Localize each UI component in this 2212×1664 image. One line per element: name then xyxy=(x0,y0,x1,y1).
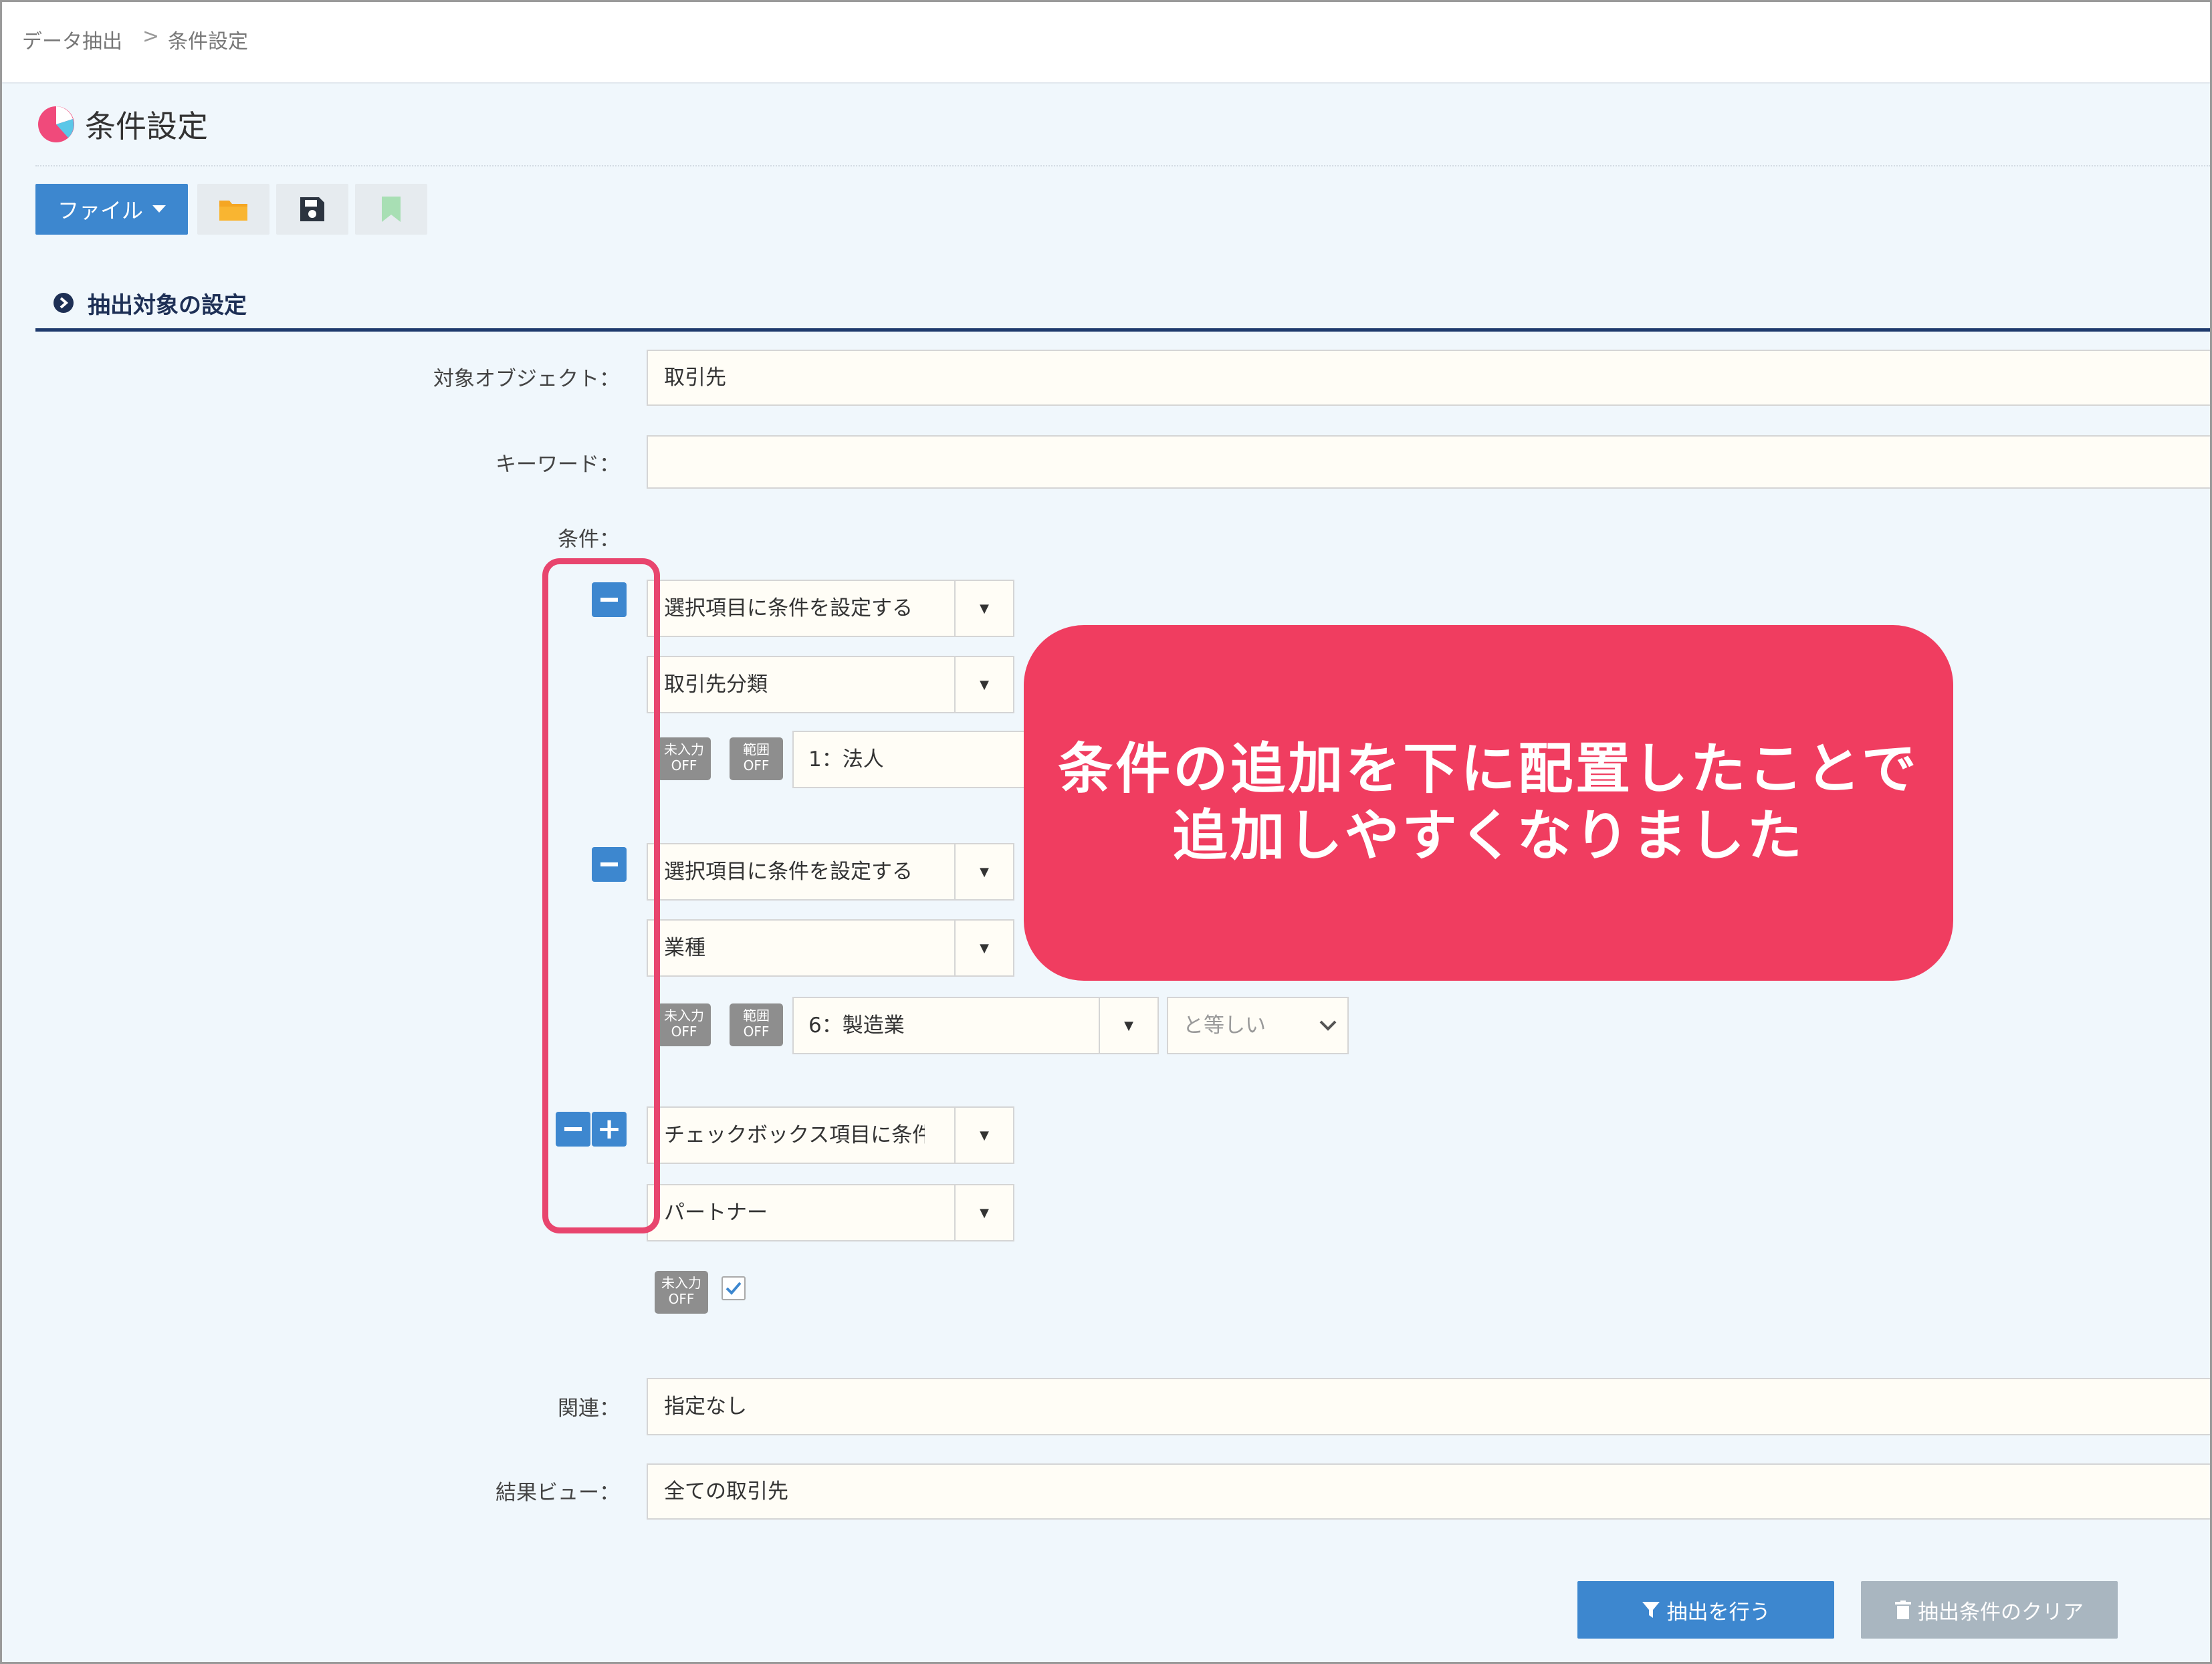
condition-type-select[interactable]: チェックボックス項目に条件を ▼ xyxy=(647,1106,1014,1164)
condition-label: 条件： xyxy=(558,527,620,552)
related-label: 関連： xyxy=(558,1397,620,1421)
bookmark-icon xyxy=(382,197,401,222)
extract-label: 抽出を行う xyxy=(1666,1600,1771,1625)
badge-state: OFF xyxy=(743,1024,770,1040)
related-field[interactable]: 指定なし xyxy=(647,1378,2210,1435)
badge-state: OFF xyxy=(668,1291,695,1307)
clear-conditions-label: 抽出条件のクリア xyxy=(1918,1600,2084,1625)
title-divider xyxy=(35,165,2210,166)
object-field[interactable]: 取引先 xyxy=(647,350,2210,406)
condition-field-select[interactable]: パートナー ▼ xyxy=(647,1184,1014,1241)
file-menu-label: ファイル xyxy=(57,198,143,223)
condition-field-value: パートナー xyxy=(664,1201,768,1225)
dropdown-arrow-icon: ▼ xyxy=(954,581,1013,636)
dropdown-arrow-icon: ▼ xyxy=(954,844,1013,899)
checkmark-icon xyxy=(726,1282,742,1295)
callout-line-1: 条件の追加を下に配置したことで xyxy=(1058,737,1919,801)
partner-checkbox[interactable] xyxy=(722,1276,746,1300)
badge-label: 未入力 xyxy=(664,741,704,757)
filter-icon xyxy=(1642,1602,1660,1618)
annotation-callout: 条件の追加を下に配置したことで 追加しやすくなりました xyxy=(1024,625,1953,981)
badge-state: OFF xyxy=(671,757,697,774)
condition-field-select[interactable]: 取引先分類 ▼ xyxy=(647,656,1014,713)
condition-value: 6：製造業 xyxy=(808,1014,905,1038)
condition-value-select[interactable]: 6：製造業 ▼ xyxy=(792,997,1159,1054)
caret-down-icon xyxy=(152,205,166,213)
condition-field-value: 取引先分類 xyxy=(664,673,768,697)
badge-label: 範囲 xyxy=(743,741,770,757)
highlight-outline xyxy=(542,558,660,1233)
save-button[interactable] xyxy=(276,184,348,235)
empty-toggle-badge[interactable]: 未入力 OFF xyxy=(657,1003,711,1046)
callout-line-2: 追加しやすくなりました xyxy=(1172,804,1805,868)
section-divider xyxy=(35,328,2210,332)
dropdown-arrow-icon: ▼ xyxy=(954,1108,1013,1163)
chevron-down-icon xyxy=(1319,1020,1337,1031)
operator-select[interactable]: と等しい xyxy=(1167,997,1349,1054)
dropdown-arrow-icon: ▼ xyxy=(954,657,1013,712)
dropdown-arrow-icon: ▼ xyxy=(954,921,1013,975)
empty-toggle-badge[interactable]: 未入力 OFF xyxy=(657,737,711,780)
range-toggle-badge[interactable]: 範囲 OFF xyxy=(730,1003,783,1046)
section-title: 抽出対象の設定 xyxy=(88,292,247,319)
breadcrumb-item-condition-settings: 条件設定 xyxy=(168,30,248,53)
breadcrumb-separator: > xyxy=(142,25,160,48)
badge-state: OFF xyxy=(671,1024,697,1040)
chevron-circle-right-icon xyxy=(53,293,74,313)
empty-toggle-badge[interactable]: 未入力 OFF xyxy=(655,1271,708,1314)
view-field[interactable]: 全ての取引先 xyxy=(647,1463,2210,1520)
operator-value: と等しい xyxy=(1183,1014,1266,1038)
condition-value: 1：法人 xyxy=(808,747,884,771)
app-frame: データ抽出 > 条件設定 条件設定 ファイル 抽出対象の設定 対象オブジェクト：… xyxy=(0,0,2212,1664)
clear-conditions-button[interactable]: 抽出条件のクリア xyxy=(1861,1581,2118,1639)
range-toggle-badge[interactable]: 範囲 OFF xyxy=(730,737,783,780)
badge-label: 未入力 xyxy=(664,1007,704,1024)
breadcrumb-item-data-extract[interactable]: データ抽出 xyxy=(22,25,122,54)
object-label: 対象オブジェクト： xyxy=(433,367,620,391)
open-folder-button[interactable] xyxy=(197,184,269,235)
condition-field-value: 業種 xyxy=(664,936,705,960)
condition-value-select[interactable]: 1：法人 xyxy=(792,731,1046,788)
trash-icon xyxy=(1895,1600,1911,1619)
condition-type-select[interactable]: 選択項目に条件を設定する ▼ xyxy=(647,843,1014,901)
page-title: 条件設定 xyxy=(85,108,208,144)
keyword-input[interactable] xyxy=(647,435,2210,489)
folder-icon xyxy=(219,201,247,221)
badge-label: 未入力 xyxy=(661,1275,701,1291)
condition-type-value: 選択項目に条件を設定する xyxy=(664,860,913,884)
extract-button[interactable]: 抽出を行う xyxy=(1577,1581,1834,1639)
condition-type-select[interactable]: 選択項目に条件を設定する ▼ xyxy=(647,580,1014,637)
save-icon xyxy=(300,197,324,221)
dropdown-arrow-icon: ▼ xyxy=(1099,998,1157,1053)
file-menu-button[interactable]: ファイル xyxy=(35,184,188,235)
breadcrumb-bar: データ抽出 > 条件設定 xyxy=(2,2,2210,84)
condition-type-value: 選択項目に条件を設定する xyxy=(664,596,913,620)
keyword-label: キーワード： xyxy=(495,453,620,477)
view-label: 結果ビュー： xyxy=(495,1481,620,1505)
dropdown-arrow-icon: ▼ xyxy=(954,1185,1013,1240)
badge-state: OFF xyxy=(743,757,770,774)
condition-field-select[interactable]: 業種 ▼ xyxy=(647,919,1014,977)
bookmark-button[interactable] xyxy=(355,184,427,235)
app-logo-icon xyxy=(38,106,74,142)
condition-type-value: チェックボックス項目に条件を xyxy=(664,1123,925,1147)
badge-label: 範囲 xyxy=(743,1007,770,1024)
